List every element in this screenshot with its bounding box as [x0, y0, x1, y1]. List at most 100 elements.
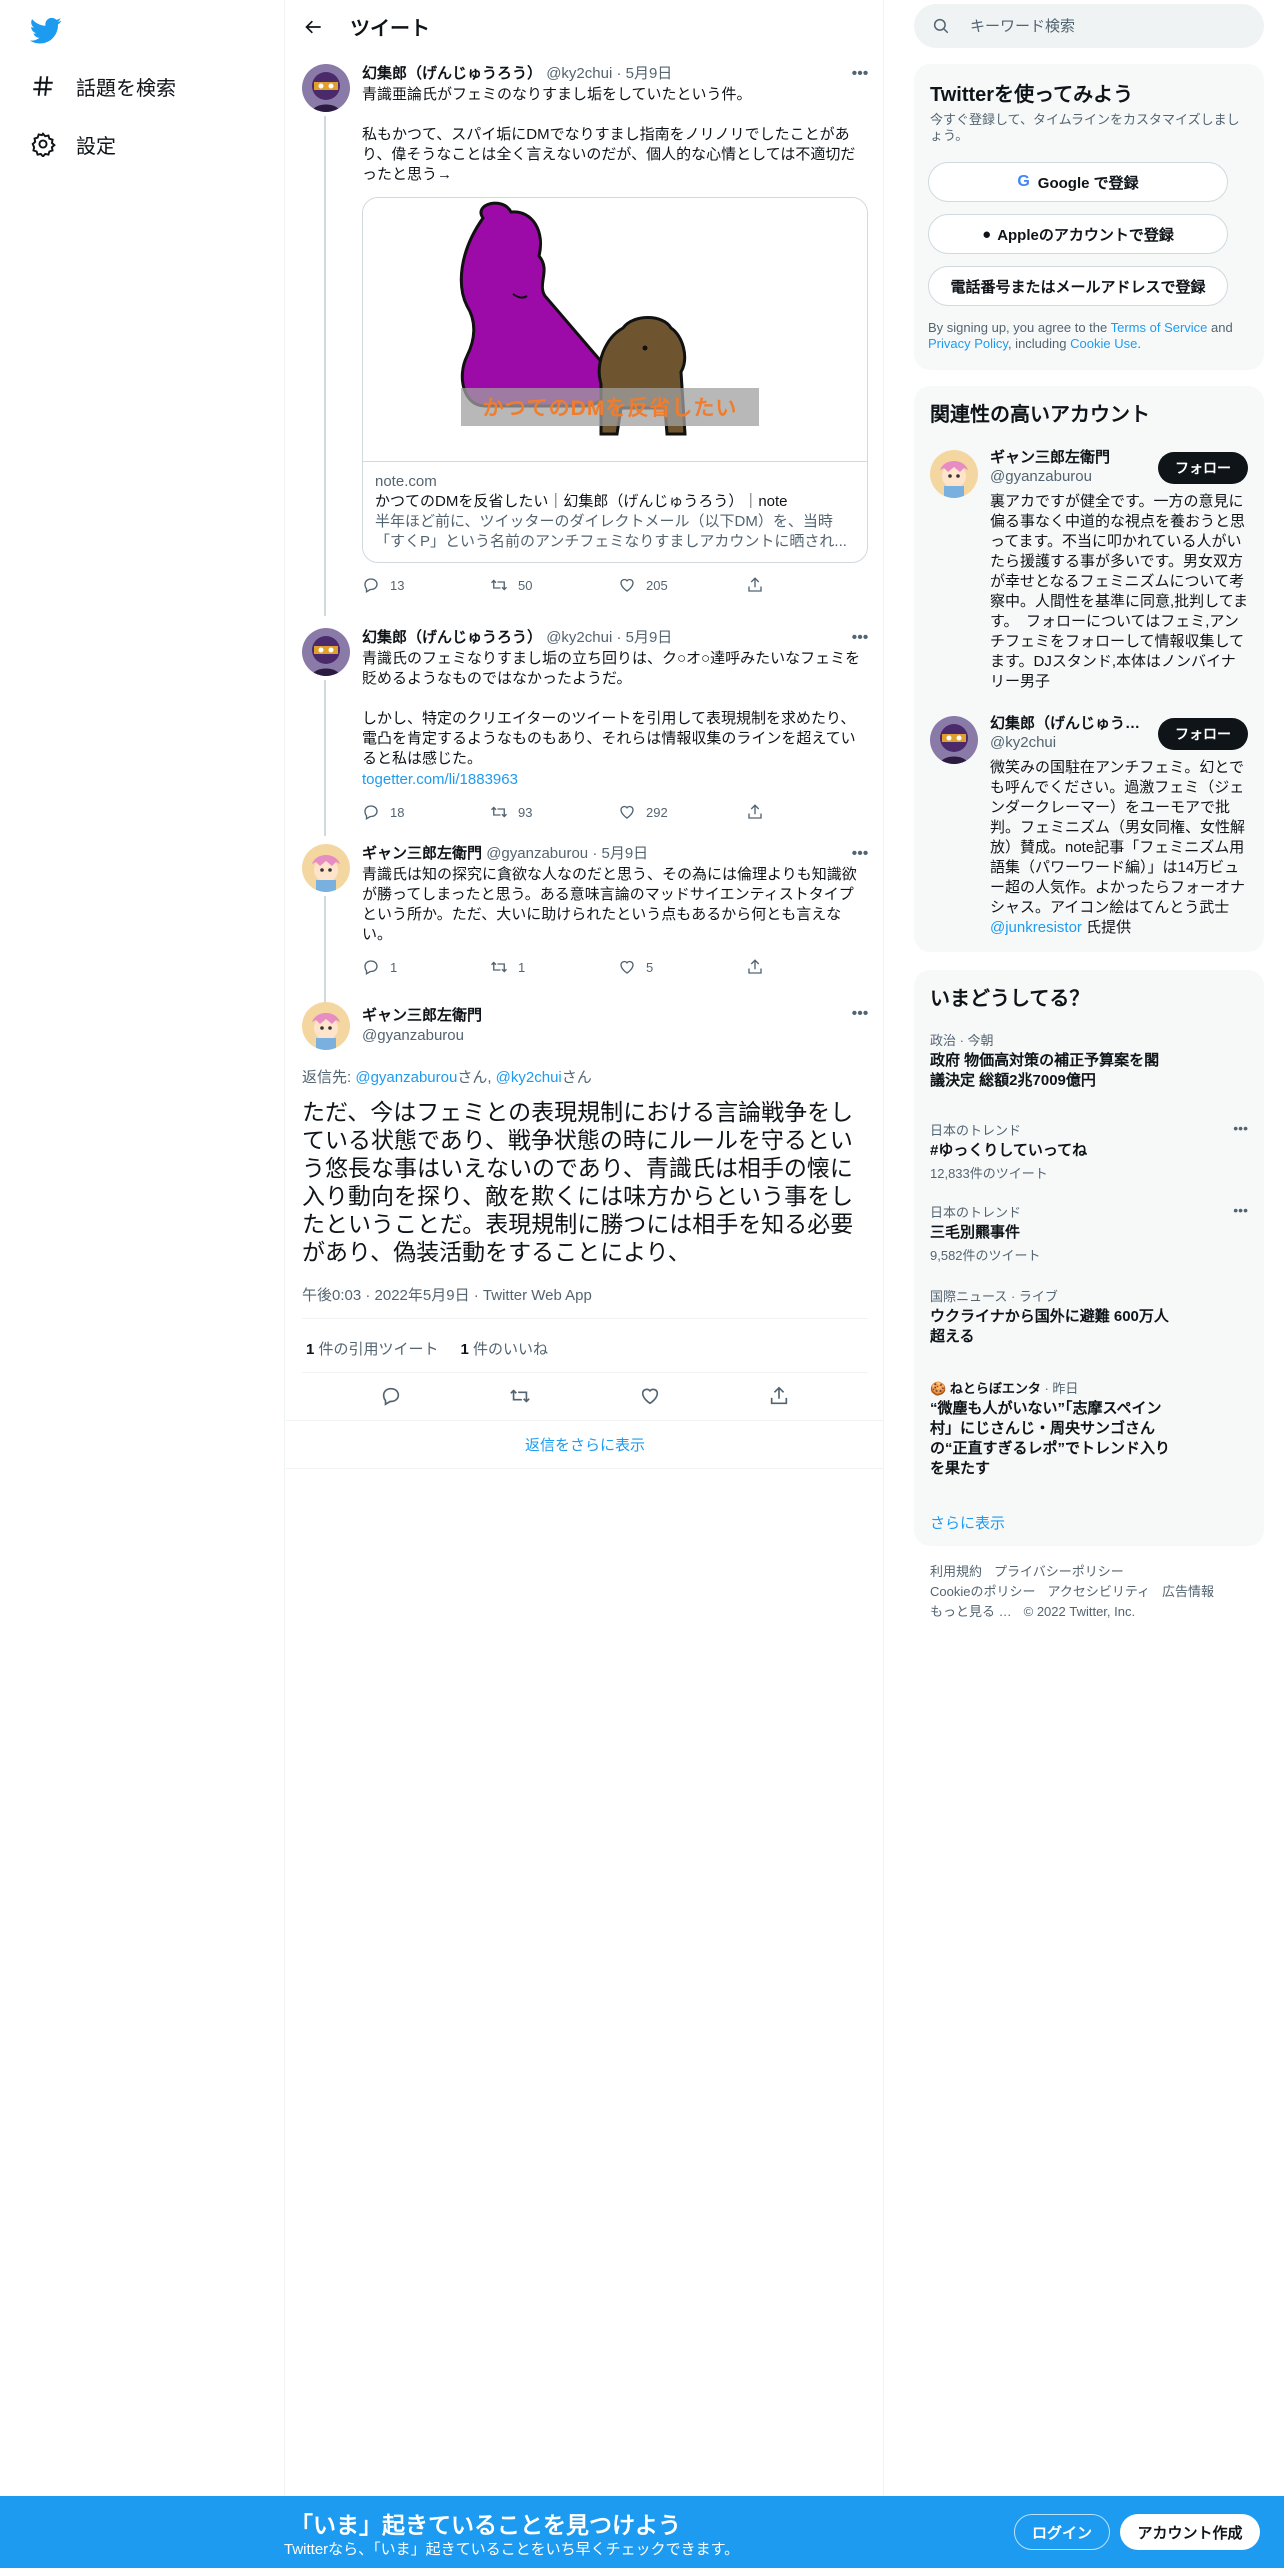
handle[interactable]: @ky2chui [546, 629, 612, 646]
card-description: 半年ほど前に、ツイッターのダイレクトメール（以下DM）を、当時「すくP」という名… [375, 513, 847, 550]
reply-count: 18 [390, 804, 405, 820]
avatar[interactable] [930, 450, 978, 498]
like-button[interactable]: 292 [618, 803, 746, 821]
reply-button[interactable]: 13 [362, 576, 490, 594]
tweet[interactable]: ••• 幻集郎（げんじゅうろう） @ky2chui · 5月9日 青識亜論氏がフ… [286, 64, 884, 616]
tweet-date[interactable]: 5月9日 [626, 65, 673, 82]
account-name[interactable]: 幻集郎（げんじゅうろう） [990, 712, 1150, 733]
display-name[interactable]: 幻集郎（げんじゅうろう） [362, 65, 542, 82]
reply-button[interactable]: 18 [362, 803, 490, 821]
footer-links: 利用規約 プライバシーポリシー Cookieのポリシー アクセシビリティ 広告情報 も… [930, 1562, 1248, 1622]
google-signup-button[interactable]: G Google で登録 [928, 162, 1228, 202]
trends-panel: いまどうしてる？ 政治 · 今朝 政府 物価高対策の補正予算案を閣議決定 総額2… [914, 970, 1264, 1546]
account-handle[interactable]: @ky2chui [990, 734, 1056, 751]
avatar[interactable] [302, 628, 350, 676]
retweet-button[interactable]: 50 [490, 576, 618, 594]
quote-tweets-stat[interactable]: 1 件の引用ツイート [306, 1338, 439, 1359]
footer-link[interactable]: もっと見る … [930, 1604, 1012, 1619]
reply-icon [364, 960, 378, 975]
show-more-replies[interactable]: 返信をさらに表示 [286, 1434, 884, 1455]
footer-link[interactable]: Cookieのポリシー [930, 1584, 1035, 1599]
follow-button[interactable]: フォロー [1158, 718, 1248, 750]
tweet-date[interactable]: 5月9日 [602, 845, 649, 862]
share-button[interactable] [746, 803, 774, 821]
nav-explore-label: 話題を検索 [76, 77, 176, 100]
display-name[interactable]: 幻集郎（げんじゅうろう） [362, 629, 542, 646]
apple-signup-button[interactable]: ● Appleのアカウントで登録 [928, 214, 1228, 254]
display-name[interactable]: ギャン三郎左衛門 [362, 845, 482, 862]
reply-to-link[interactable]: @gyanzaburou [355, 1069, 457, 1086]
page-header: ツイート [286, 0, 884, 53]
follow-button[interactable]: フォロー [1158, 452, 1248, 484]
hashtag-icon [33, 76, 53, 96]
handle[interactable]: @ky2chui [546, 65, 612, 82]
footer-link[interactable]: 広告情報 [1162, 1584, 1214, 1599]
trend-item[interactable]: 国際ニュース · ライブ ウクライナから国外に避難 600万人超える [930, 1286, 1248, 1347]
signup-subtitle: 今すぐ登録して、タイムラインをカスタマイズしましょう。 [930, 112, 1240, 143]
avatar[interactable] [302, 1002, 350, 1050]
trend-item[interactable]: 政治 · 今朝 政府 物価高対策の補正予算案を閣議決定 総額2兆7009億円 [930, 1030, 1248, 1091]
back-arrow-icon[interactable] [298, 11, 330, 43]
phone-email-signup-button[interactable]: 電話番号またはメールアドレスで登録 [928, 266, 1228, 306]
nav-explore[interactable]: 話題を検索 [30, 66, 176, 106]
retweet-icon[interactable] [508, 1384, 532, 1408]
bottom-subtext: Twitterなら、「いま」起きていることをいち早くチェックできます。 [284, 2541, 740, 2558]
link-card[interactable]: かつてのDMを反省したい note.com かつてのDMを反省したい｜幻集郎（げ… [362, 197, 868, 563]
like-button[interactable]: 5 [618, 958, 746, 976]
account-handle[interactable]: @gyanzaburou [990, 468, 1092, 485]
account-name[interactable]: ギャン三郎左衛門 [990, 446, 1150, 467]
trend-item[interactable]: 🍪 ねとらぼエンタ · 昨日 “微塵も人がいない”「志摩スペイン村」にじさんじ・… [930, 1378, 1248, 1479]
tweet-header: 幻集郎（げんじゅうろう） @ky2chui · 5月9日 [362, 65, 673, 82]
avatar[interactable] [930, 716, 978, 764]
divider [302, 1318, 868, 1319]
footer-link[interactable]: プライバシーポリシー [994, 1564, 1124, 1579]
reply-to-link[interactable]: @ky2chui [496, 1069, 562, 1086]
heart-icon[interactable] [638, 1384, 662, 1408]
footer-link[interactable]: アクセシビリティ [1047, 1584, 1150, 1599]
twitter-logo-icon[interactable] [29, 14, 66, 44]
privacy-link[interactable]: Privacy Policy [928, 336, 1008, 351]
tweet-date[interactable]: 5月9日 [626, 629, 673, 646]
tweet[interactable]: ••• ギャン三郎左衛門 @gyanzaburou · 5月9日 青識氏は知の探… [286, 844, 884, 1006]
footer-link[interactable]: 利用規約 [930, 1564, 982, 1579]
like-button[interactable]: 205 [618, 576, 746, 594]
likes-stat[interactable]: 1 件のいいね [461, 1338, 549, 1359]
tweet-link[interactable]: togetter.com/li/1883963 [362, 771, 518, 788]
search-input[interactable] [970, 17, 1230, 35]
reply-icon[interactable] [379, 1384, 403, 1408]
share-icon [748, 804, 762, 819]
signup-panel: Twitterを使ってみよう 今すぐ登録して、タイムラインをカスタマイズしましょ… [914, 64, 1264, 370]
avatar[interactable] [302, 844, 350, 892]
share-button[interactable] [746, 576, 774, 594]
share-button[interactable] [746, 958, 774, 976]
more-icon[interactable]: ••• [1233, 1120, 1248, 1136]
trend-item[interactable]: 日本のトレンド 三毛別羆事件 9,582件のツイート ••• [930, 1202, 1248, 1264]
terms-link[interactable]: Terms of Service [1111, 320, 1208, 335]
display-name[interactable]: ギャン三郎左衛門 [362, 1006, 482, 1026]
handle[interactable]: @gyanzaburou [362, 1026, 482, 1046]
trend-count: 9,582件のツイート [930, 1248, 1041, 1263]
share-icon[interactable] [767, 1384, 791, 1408]
account-bio: 裏アカですが健全です。一方の意見に偏る事なく中道的な視点を養おうと思ってます。不… [990, 493, 1248, 690]
signup-button[interactable]: アカウント作成 [1120, 2514, 1260, 2550]
cookie-link[interactable]: Cookie Use [1070, 336, 1137, 351]
login-button[interactable]: ログイン [1014, 2514, 1110, 2550]
retweet-button[interactable]: 1 [490, 958, 618, 976]
tweet-text: 青識亜論氏がフェミのなりすまし垢をしていたという件。 私もかつて、スパイ垢にDM… [362, 86, 856, 183]
copyright: © 2022 Twitter, Inc. [1023, 1604, 1136, 1619]
search-box[interactable] [914, 4, 1264, 48]
more-icon[interactable]: ••• [848, 1004, 872, 1024]
trend-context: 日本のトレンド [930, 1205, 1022, 1220]
trend-item[interactable]: 日本のトレンド #ゆっくりしていってね 12,833件のツイート ••• [930, 1120, 1248, 1182]
show-more-trends[interactable]: さらに表示 [930, 1512, 1005, 1533]
retweet-button[interactable]: 93 [490, 803, 618, 821]
handle[interactable]: @gyanzaburou [486, 845, 588, 862]
avatar[interactable] [302, 64, 350, 112]
nav-settings[interactable]: 設定 [30, 124, 116, 164]
more-icon[interactable]: ••• [1233, 1202, 1248, 1218]
trend-context: 国際ニュース · ライブ [930, 1289, 1058, 1304]
bio-mention-link[interactable]: @junkresistor [990, 919, 1082, 936]
reply-button[interactable]: 1 [362, 958, 490, 976]
tweet[interactable]: ••• 幻集郎（げんじゅうろう） @ky2chui · 5月9日 青識氏のフェミ… [286, 628, 884, 836]
tweet-timestamp[interactable]: 午後0:03 · 2022年5月9日 · Twitter Web App [302, 1284, 592, 1305]
